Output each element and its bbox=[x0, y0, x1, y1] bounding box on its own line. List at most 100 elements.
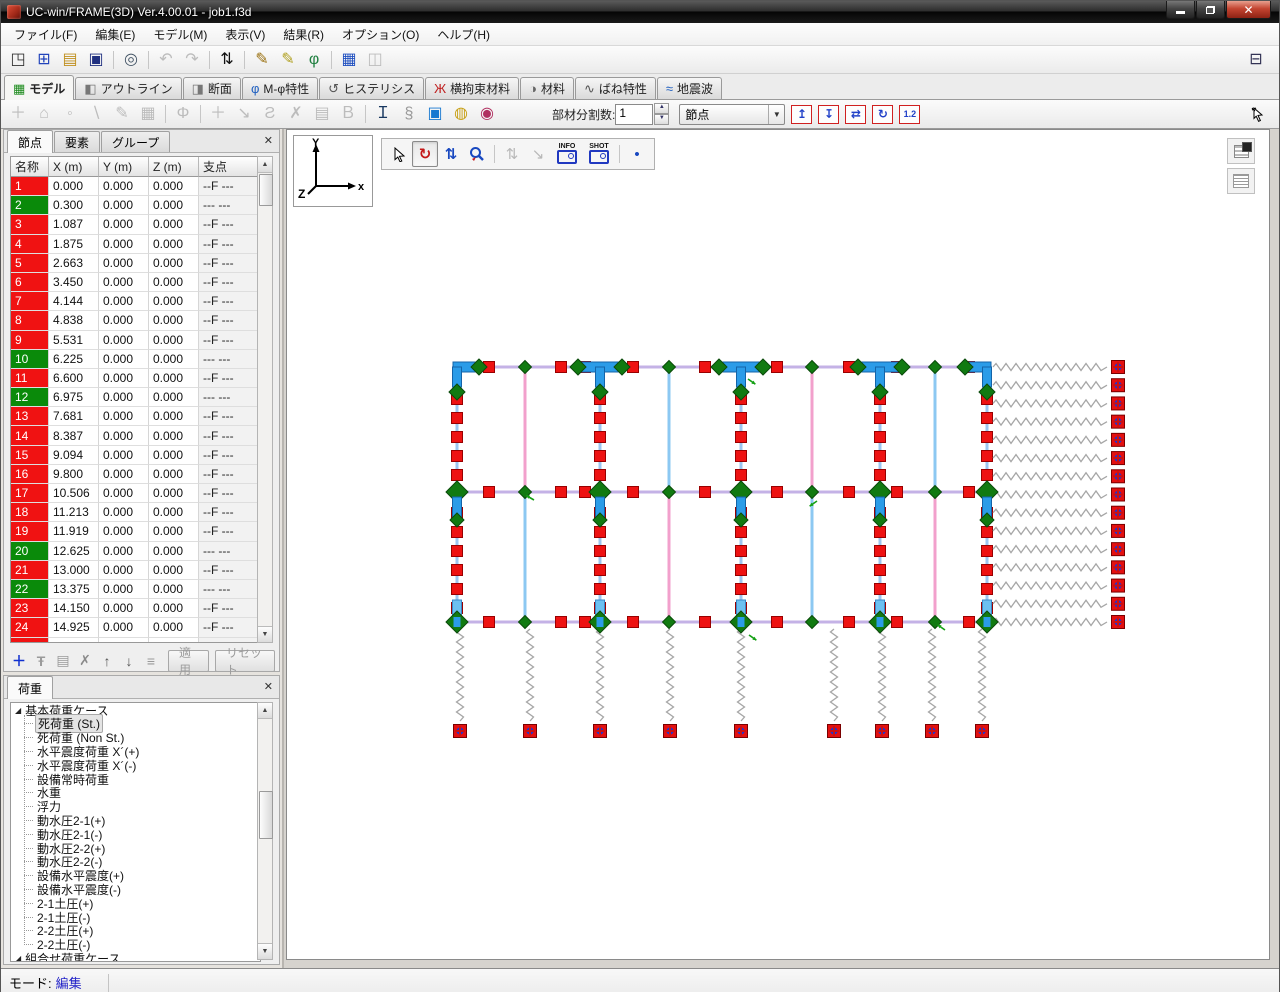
node-z-cell[interactable]: 0.000 bbox=[149, 618, 199, 638]
edit-report-icon[interactable]: ✎ bbox=[249, 48, 275, 72]
tab-モデル[interactable]: ▦ モデル bbox=[4, 75, 75, 100]
move-up-icon[interactable]: ↑ bbox=[96, 651, 118, 671]
node-name-cell[interactable]: 4 bbox=[11, 234, 49, 254]
new-model-plus-icon[interactable]: ⊞ bbox=[31, 48, 57, 72]
table-row[interactable]: 9 5.531 0.000 0.000 --F --- bbox=[11, 330, 258, 350]
save-image-button[interactable] bbox=[1227, 138, 1255, 164]
tab-材料[interactable]: ◑ 材料 bbox=[520, 77, 574, 99]
menu-item-3[interactable]: 表示(V) bbox=[216, 23, 274, 46]
node-support-cell[interactable]: --F --- bbox=[199, 215, 258, 235]
node-name-cell[interactable]: 20 bbox=[11, 541, 49, 561]
table-row[interactable]: 24 14.925 0.000 0.000 --F --- bbox=[11, 618, 258, 638]
node-support-cell[interactable]: --F --- bbox=[199, 560, 258, 580]
node-y-cell[interactable]: 0.000 bbox=[99, 368, 149, 389]
node-name-cell[interactable]: 3 bbox=[11, 215, 49, 235]
filter-rows-icon[interactable]: ≡ bbox=[140, 651, 162, 671]
node-z-cell[interactable]: 0.000 bbox=[149, 196, 199, 216]
node-y-cell[interactable]: 0.000 bbox=[99, 196, 149, 216]
open-file-icon[interactable]: ▤ bbox=[57, 48, 83, 72]
tab-load[interactable]: 荷重 bbox=[7, 676, 54, 699]
table-row[interactable]: 20 12.625 0.000 0.000 --- --- bbox=[11, 541, 258, 561]
move-down-icon[interactable]: ↓ bbox=[118, 651, 140, 671]
node-y-cell[interactable]: 0.000 bbox=[99, 637, 149, 642]
tab-横拘束材料[interactable]: Ж 横拘束材料 bbox=[425, 77, 520, 99]
scroll-down-icon[interactable]: ▼ bbox=[258, 626, 272, 642]
node-y-cell[interactable]: 0.000 bbox=[99, 177, 149, 197]
node-name-cell[interactable]: 17 bbox=[11, 484, 49, 504]
node-y-cell[interactable]: 0.000 bbox=[99, 522, 149, 542]
node-z-cell[interactable]: 0.000 bbox=[149, 292, 199, 312]
node-name-cell[interactable]: 23 bbox=[11, 599, 49, 619]
node-support-cell[interactable]: --F --- bbox=[199, 445, 258, 465]
node-x-cell[interactable]: 15.700 bbox=[49, 637, 99, 642]
node-x-cell[interactable]: 11.919 bbox=[49, 522, 99, 542]
node-z-cell[interactable]: 0.000 bbox=[149, 349, 199, 369]
node-x-cell[interactable]: 1.087 bbox=[49, 215, 99, 235]
add-row-icon[interactable]: ＋ bbox=[8, 651, 30, 671]
node-y-cell[interactable]: 0.000 bbox=[99, 388, 149, 408]
tab-ヒステリシス[interactable]: ↺ ヒステリシス bbox=[319, 77, 425, 99]
node-y-cell[interactable]: 0.000 bbox=[99, 407, 149, 427]
node-support-cell[interactable]: --F --- bbox=[199, 426, 258, 446]
point-size-button[interactable]: • bbox=[624, 141, 650, 167]
title-bar[interactable]: UC-win/FRAME(3D) Ver.4.00.01 - job1.f3d … bbox=[1, 1, 1279, 23]
column-header-3[interactable]: Z (m) bbox=[149, 157, 199, 177]
node-x-cell[interactable]: 1.875 bbox=[49, 234, 99, 254]
node-support-cell[interactable]: --- --- bbox=[199, 388, 258, 408]
node-name-cell[interactable]: 13 bbox=[11, 407, 49, 427]
node-z-cell[interactable]: 0.000 bbox=[149, 368, 199, 389]
node-support-cell[interactable]: --F --- bbox=[199, 272, 258, 293]
tab-アウトライン[interactable]: ◧ アウトライン bbox=[75, 77, 182, 99]
node-x-cell[interactable]: 6.225 bbox=[49, 349, 99, 369]
node-name-cell[interactable]: 15 bbox=[11, 445, 49, 465]
node-y-cell[interactable]: 0.000 bbox=[99, 426, 149, 446]
node-name-cell[interactable]: 11 bbox=[11, 368, 49, 389]
model-canvas[interactable]: Y x Z ↻ ⇅ ⇅ ↘ INFO SHOT • bbox=[286, 129, 1270, 960]
info-cursor-icon[interactable]: ◍ bbox=[448, 102, 474, 126]
node-z-cell[interactable]: 0.000 bbox=[149, 215, 199, 235]
node-y-cell[interactable]: 0.000 bbox=[99, 618, 149, 638]
table-row[interactable]: 12 6.975 0.000 0.000 --- --- bbox=[11, 388, 258, 408]
node-support-cell[interactable]: --F --- bbox=[199, 253, 258, 273]
tab-節点[interactable]: 節点 bbox=[7, 130, 54, 153]
table-row[interactable]: 14 8.387 0.000 0.000 --F --- bbox=[11, 426, 258, 446]
node-z-cell[interactable]: 0.000 bbox=[149, 311, 199, 331]
scrollbar-thumb[interactable] bbox=[259, 174, 273, 206]
table-row[interactable]: 6 3.450 0.000 0.000 --F --- bbox=[11, 272, 258, 293]
renumber-12-icon[interactable]: 1.2 bbox=[899, 104, 921, 124]
node-z-cell[interactable]: 0.000 bbox=[149, 253, 199, 273]
load-tree-scrollbar[interactable]: ▲ ▼ bbox=[257, 702, 273, 960]
node-z-cell[interactable]: 0.000 bbox=[149, 522, 199, 542]
node-x-cell[interactable]: 6.975 bbox=[49, 388, 99, 408]
table-row[interactable]: 11 6.600 0.000 0.000 --F --- bbox=[11, 368, 258, 389]
text-report-button[interactable] bbox=[1227, 168, 1255, 194]
print-preview-icon[interactable]: ◎ bbox=[118, 48, 144, 72]
node-x-cell[interactable]: 12.625 bbox=[49, 541, 99, 561]
node-name-cell[interactable]: 18 bbox=[11, 503, 49, 523]
node-y-cell[interactable]: 0.000 bbox=[99, 503, 149, 523]
node-name-cell[interactable]: 19 bbox=[11, 522, 49, 542]
table-report-icon[interactable]: φ bbox=[301, 48, 327, 72]
node-x-cell[interactable]: 8.387 bbox=[49, 426, 99, 446]
node-x-cell[interactable]: 0.000 bbox=[49, 177, 99, 197]
node-y-cell[interactable]: 0.000 bbox=[99, 253, 149, 273]
node-z-cell[interactable]: 0.000 bbox=[149, 560, 199, 580]
node-y-cell[interactable]: 0.000 bbox=[99, 541, 149, 561]
node-z-cell[interactable]: 0.000 bbox=[149, 484, 199, 504]
node-y-cell[interactable]: 0.000 bbox=[99, 272, 149, 293]
load-panel-close-icon[interactable]: ✕ bbox=[264, 680, 273, 693]
menu-item-1[interactable]: 編集(E) bbox=[86, 23, 144, 46]
node-z-cell[interactable]: 0.000 bbox=[149, 599, 199, 619]
node-support-cell[interactable]: --F --- bbox=[199, 292, 258, 312]
node-support-cell[interactable]: --F --- bbox=[199, 464, 258, 484]
taper-section-icon[interactable]: § bbox=[396, 102, 422, 126]
node-z-cell[interactable]: 0.000 bbox=[149, 388, 199, 408]
tab-M-φ特性[interactable]: φ M-φ特性 bbox=[241, 77, 319, 99]
menu-item-5[interactable]: オプション(O) bbox=[333, 23, 428, 46]
ij-direction-icon[interactable]: ⇅ bbox=[214, 48, 240, 72]
menu-item-2[interactable]: モデル(M) bbox=[144, 23, 216, 46]
node-z-cell[interactable]: 0.000 bbox=[149, 464, 199, 484]
node-y-cell[interactable]: 0.000 bbox=[99, 484, 149, 504]
node-support-cell[interactable]: --- --- bbox=[199, 579, 258, 600]
column-header-2[interactable]: Y (m) bbox=[99, 157, 149, 177]
